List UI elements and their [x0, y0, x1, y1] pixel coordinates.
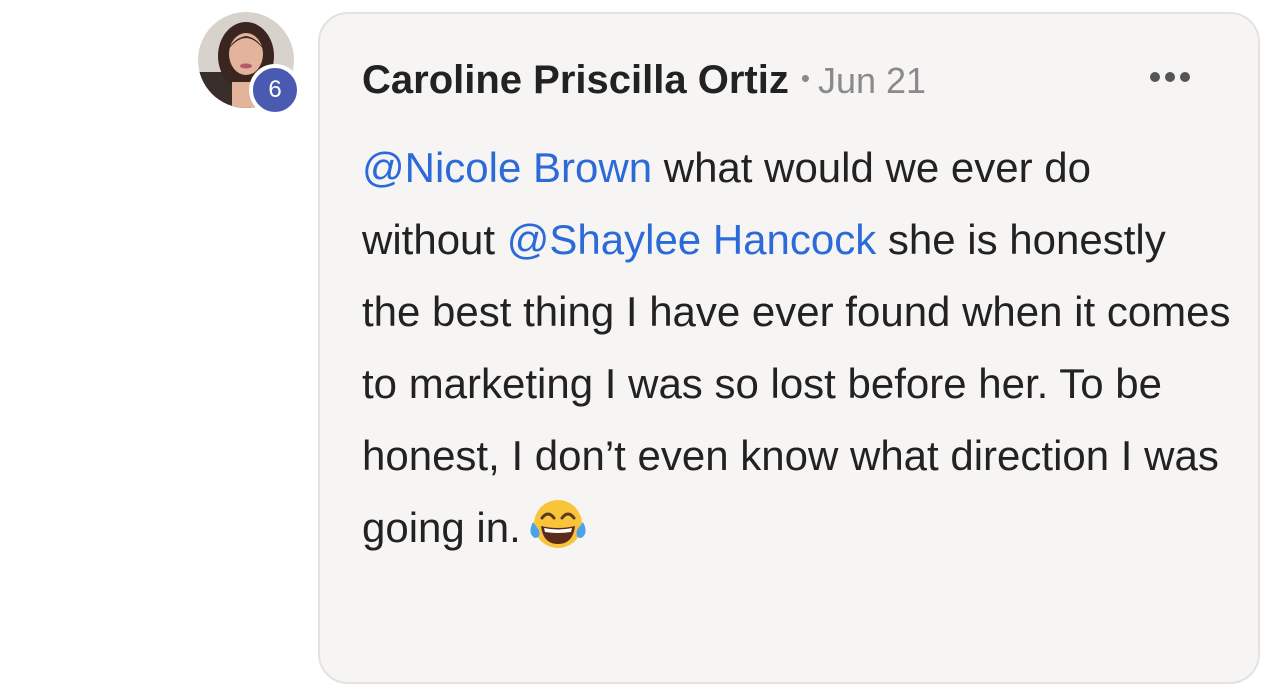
comment-bubble: Caroline Priscilla Ortiz • Jun 21 @Nicol…	[318, 12, 1260, 684]
more-options-icon[interactable]	[1150, 72, 1190, 82]
mention-shaylee-hancock[interactable]: @Shaylee Hancock	[507, 216, 877, 263]
meta-separator: •	[800, 63, 810, 93]
more-dot	[1150, 72, 1160, 82]
mention-nicole-brown[interactable]: @Nicole Brown	[362, 144, 652, 191]
author-name[interactable]: Caroline Priscilla Ortiz	[362, 58, 789, 103]
comment-body: @Nicole Brown what would we ever do with…	[362, 132, 1232, 572]
tears-of-joy-emoji-icon	[529, 498, 587, 572]
more-dot	[1180, 72, 1190, 82]
level-badge: 6	[249, 64, 301, 116]
more-dot	[1165, 72, 1175, 82]
comment-header: Caroline Priscilla Ortiz • Jun 21	[362, 58, 926, 103]
comment-text-part-2: she is honestly the best thing I have ev…	[362, 216, 1231, 551]
comment-date[interactable]: Jun 21	[818, 60, 926, 102]
